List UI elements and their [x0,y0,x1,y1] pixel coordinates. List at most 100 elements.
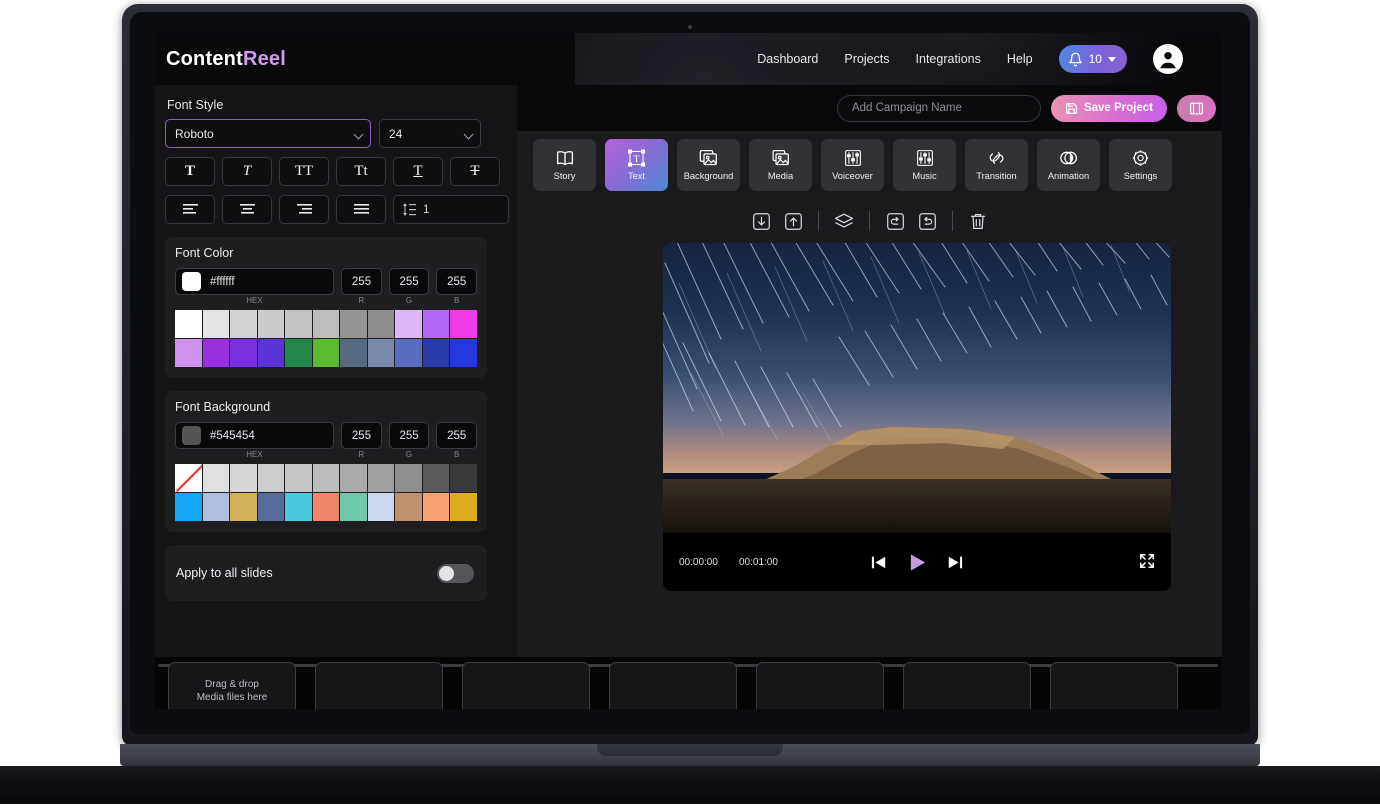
redo-button[interactable] [916,210,938,232]
color-swatch[interactable] [230,493,257,521]
align-justify-button[interactable] [336,195,386,224]
nav-item-projects[interactable]: Projects [844,52,889,66]
color-swatch[interactable] [422,464,450,492]
move-down-button[interactable] [750,210,772,232]
delete-button[interactable] [967,210,989,232]
color-swatch[interactable] [422,493,450,521]
layers-button[interactable] [833,210,855,232]
campaign-name-input[interactable]: Add Campaign Name [836,94,1041,122]
tab-transition[interactable]: Transition [965,139,1028,191]
tab-music[interactable]: Music [893,139,956,191]
color-swatch[interactable] [450,310,478,338]
color-swatch[interactable] [312,493,340,521]
color-swatch[interactable] [230,339,257,367]
color-swatch[interactable] [285,464,312,492]
save-project-button[interactable]: Save Project [1050,94,1167,122]
color-swatch[interactable] [450,339,478,367]
font-color-hex-input[interactable]: #ffffff [175,268,335,295]
media-slot[interactable]: Drag & drop Media files here [168,662,296,709]
color-swatch[interactable] [202,464,230,492]
color-swatch[interactable] [257,464,285,492]
color-swatch[interactable] [230,464,257,492]
color-swatch[interactable] [395,464,422,492]
color-swatch[interactable] [395,339,422,367]
font-background-b-input[interactable]: 255 [436,422,477,449]
underline-button[interactable]: T [393,157,443,186]
nav-item-dashboard[interactable]: Dashboard [757,52,818,66]
media-slot[interactable] [903,662,1031,709]
color-swatch[interactable] [175,493,202,521]
color-swatch[interactable] [340,310,367,338]
color-swatch[interactable] [395,310,422,338]
tab-story[interactable]: Story [533,139,596,191]
color-swatch[interactable] [422,339,450,367]
fullscreen-button[interactable] [1139,553,1155,572]
align-left-button[interactable] [165,195,215,224]
color-swatch[interactable] [450,493,478,521]
color-swatch[interactable] [367,339,395,367]
skip-previous-button[interactable] [868,551,890,573]
font-background-g-input[interactable]: 255 [388,422,430,449]
color-swatch[interactable] [312,310,340,338]
capitalize-button[interactable]: Tt [336,157,386,186]
color-swatch[interactable] [450,464,478,492]
avatar[interactable] [1152,44,1183,74]
tab-background[interactable]: Background [677,139,740,191]
color-swatch[interactable] [367,310,395,338]
color-swatch[interactable] [395,493,422,521]
media-slot[interactable] [315,662,443,709]
tab-settings[interactable]: Settings [1109,139,1172,191]
media-slot[interactable] [609,662,737,709]
color-swatch[interactable] [312,464,340,492]
color-swatch[interactable] [340,339,367,367]
nav-item-help[interactable]: Help [1007,52,1033,66]
color-swatch[interactable] [175,464,202,492]
uppercase-button[interactable]: TT [279,157,329,186]
color-swatch[interactable] [285,493,312,521]
align-center-button[interactable] [222,195,272,224]
undo-button[interactable] [884,210,906,232]
color-swatch[interactable] [257,310,285,338]
font-family-select[interactable]: Roboto [165,119,371,148]
line-spacing-input[interactable]: 1 [393,195,509,224]
color-swatch[interactable] [257,339,285,367]
move-up-button[interactable] [782,210,804,232]
font-background-r-input[interactable]: 255 [341,422,382,449]
bold-button[interactable]: T [165,157,215,186]
media-slot[interactable] [462,662,590,709]
color-swatch[interactable] [340,493,367,521]
tab-media[interactable]: Media [749,139,812,191]
color-swatch[interactable] [175,339,202,367]
color-swatch[interactable] [230,310,257,338]
strikethrough-button[interactable]: T [450,157,500,186]
app-logo[interactable]: ContentReel [166,48,286,71]
tab-voiceover[interactable]: Voiceover [821,139,884,191]
nav-item-integrations[interactable]: Integrations [916,52,981,66]
tab-animation[interactable]: Animation [1037,139,1100,191]
color-swatch[interactable] [285,310,312,338]
font-color-r-input[interactable]: 255 [341,268,382,295]
color-swatch[interactable] [202,493,230,521]
color-swatch[interactable] [422,310,450,338]
color-swatch[interactable] [367,493,395,521]
preview-button[interactable] [1177,94,1216,122]
color-swatch[interactable] [202,310,230,338]
italic-button[interactable]: T [222,157,272,186]
apply-to-all-slides-toggle[interactable] [437,563,474,583]
play-button[interactable] [906,551,928,573]
align-right-button[interactable] [279,195,329,224]
color-swatch[interactable] [312,339,340,367]
notifications-button[interactable]: 10 [1058,45,1127,73]
color-swatch[interactable] [367,464,395,492]
color-swatch[interactable] [285,339,312,367]
font-size-select[interactable]: 24 [379,119,481,148]
color-swatch[interactable] [340,464,367,492]
font-color-g-input[interactable]: 255 [388,268,430,295]
video-preview[interactable]: 00:00:00 00:01:00 [663,243,1171,591]
media-slot[interactable] [756,662,884,709]
tab-text[interactable]: T Text [605,139,668,191]
color-swatch[interactable] [175,310,202,338]
font-background-hex-input[interactable]: #545454 [175,422,335,449]
skip-next-button[interactable] [944,551,966,573]
color-swatch[interactable] [257,493,285,521]
